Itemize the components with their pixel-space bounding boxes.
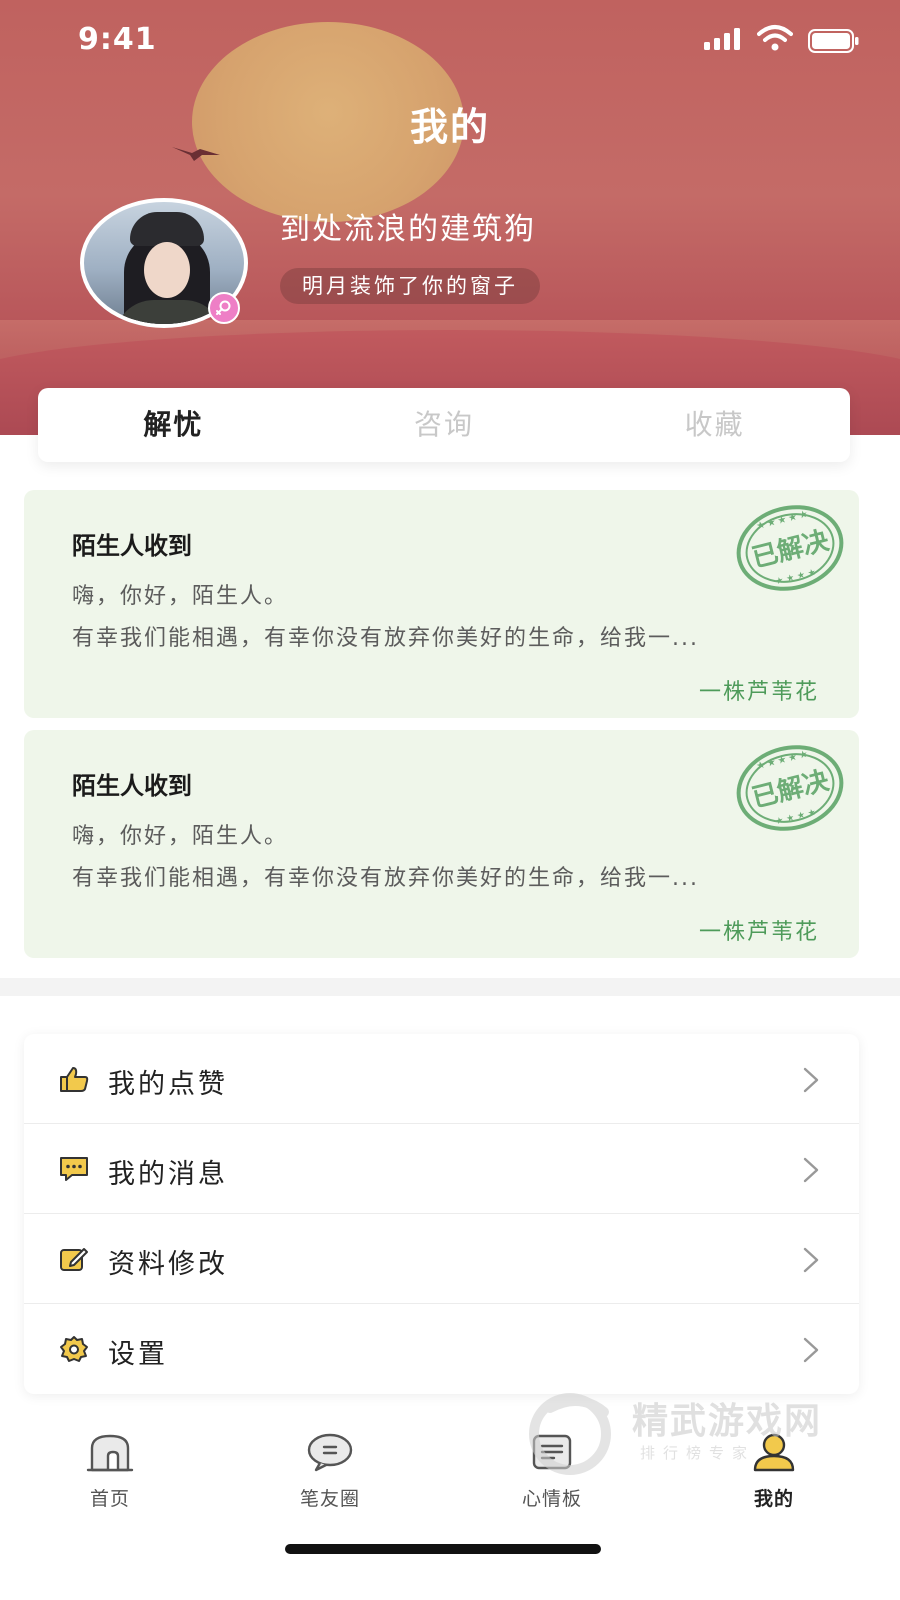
home-indicator[interactable] xyxy=(285,1544,601,1554)
watermark-subtitle: 排行榜专家 xyxy=(640,1444,756,1462)
tabbar-item-home[interactable]: 首页 xyxy=(50,1432,170,1511)
menu-item-likes[interactable]: 我的点赞 xyxy=(24,1034,859,1124)
status-bar: 9:41 xyxy=(0,0,900,84)
menu-item-settings[interactable]: 设置 xyxy=(24,1304,859,1394)
letter-excerpt: 有幸我们能相遇，有幸你没有放弃你美好的生命，给我一... xyxy=(72,626,699,651)
menu-label: 我的点赞 xyxy=(108,1069,228,1100)
letter-title: 陌生人收到 xyxy=(72,772,192,800)
tab-shoucang[interactable]: 收藏 xyxy=(579,388,850,462)
watermark-logo-icon xyxy=(529,1393,611,1475)
thumbs-up-icon xyxy=(60,1067,89,1092)
chevron-right-icon xyxy=(803,1067,819,1093)
battery-icon xyxy=(808,29,859,53)
resolved-stamp-icon: ★★★★★ 已解决 ★★★★ xyxy=(736,745,844,831)
section-divider xyxy=(0,978,900,996)
letter-excerpt: 有幸我们能相遇，有幸你没有放弃你美好的生命，给我一... xyxy=(72,866,699,891)
gear-icon xyxy=(60,1336,88,1362)
menu-item-edit-profile[interactable]: 资料修改 xyxy=(24,1214,859,1304)
letter-title: 陌生人收到 xyxy=(72,532,192,560)
watermark: 精武游戏网 排行榜专家 xyxy=(520,1388,860,1478)
message-icon xyxy=(60,1157,88,1181)
menu-item-messages[interactable]: 我的消息 xyxy=(24,1124,859,1214)
svg-text:★★★★: ★★★★ xyxy=(775,807,820,827)
letter-card[interactable]: 陌生人收到 嗨，你好，陌生人。 有幸我们能相遇，有幸你没有放弃你美好的生命，给我… xyxy=(24,490,859,718)
letter-card[interactable]: 陌生人收到 嗨，你好，陌生人。 有幸我们能相遇，有幸你没有放弃你美好的生命，给我… xyxy=(24,730,859,958)
chevron-right-icon xyxy=(803,1247,819,1273)
page-title: 我的 xyxy=(409,105,490,149)
tab-jieyou[interactable]: 解忧 xyxy=(38,388,309,462)
tab-label: 解忧 xyxy=(143,408,204,441)
edit-icon xyxy=(60,1248,88,1271)
watermark-title: 精武游戏网 xyxy=(632,1401,823,1442)
letter-author: 一株芦苇花 xyxy=(698,680,819,705)
tab-zixun[interactable]: 咨询 xyxy=(309,388,580,462)
profile-header: 9:41 我的 到处流浪的建筑狗 明月装饰了你的窗子 xyxy=(0,0,900,435)
svg-text:★★★★★: ★★★★★ xyxy=(755,508,811,532)
chat-bubble-icon xyxy=(307,1433,353,1472)
tab-label: 收藏 xyxy=(684,408,745,441)
signal-icon xyxy=(704,28,740,50)
tabbar-item-penpals[interactable]: 笔友圈 xyxy=(270,1432,390,1511)
tabbar-label: 笔友圈 xyxy=(299,1488,360,1510)
segment-tabs: 解忧 咨询 收藏 xyxy=(38,388,850,462)
menu-label: 设置 xyxy=(108,1339,168,1370)
tabbar-label: 首页 xyxy=(89,1488,130,1510)
tabbar-label: 我的 xyxy=(753,1488,794,1510)
tab-label: 咨询 xyxy=(414,408,475,441)
female-icon xyxy=(208,292,240,324)
nickname: 到处流浪的建筑狗 xyxy=(280,212,536,247)
status-time: 9:41 xyxy=(78,22,157,57)
chevron-right-icon xyxy=(803,1157,819,1183)
settings-menu: 我的点赞 我的消息 资料修改 设置 xyxy=(24,1034,859,1394)
menu-label: 资料修改 xyxy=(108,1249,228,1280)
svg-text:★★★★★: ★★★★★ xyxy=(755,748,811,772)
wifi-icon xyxy=(757,25,793,51)
stamp-text: 已解决 xyxy=(749,766,832,814)
avatar[interactable] xyxy=(80,198,248,328)
resolved-stamp-icon: ★★★★★ 已解决 ★★★★ xyxy=(736,505,844,591)
chevron-right-icon xyxy=(803,1337,819,1363)
letter-author: 一株芦苇花 xyxy=(698,920,819,945)
tabbar-label: 心情板 xyxy=(521,1488,582,1510)
stamp-text: 已解决 xyxy=(749,526,832,574)
signature-pill: 明月装饰了你的窗子 xyxy=(280,268,540,304)
svg-text:★★★★: ★★★★ xyxy=(775,567,820,587)
home-icon xyxy=(86,1434,134,1472)
letter-greeting: 嗨，你好，陌生人。 xyxy=(72,584,289,609)
letter-greeting: 嗨，你好，陌生人。 xyxy=(72,824,289,849)
menu-label: 我的消息 xyxy=(108,1159,228,1190)
